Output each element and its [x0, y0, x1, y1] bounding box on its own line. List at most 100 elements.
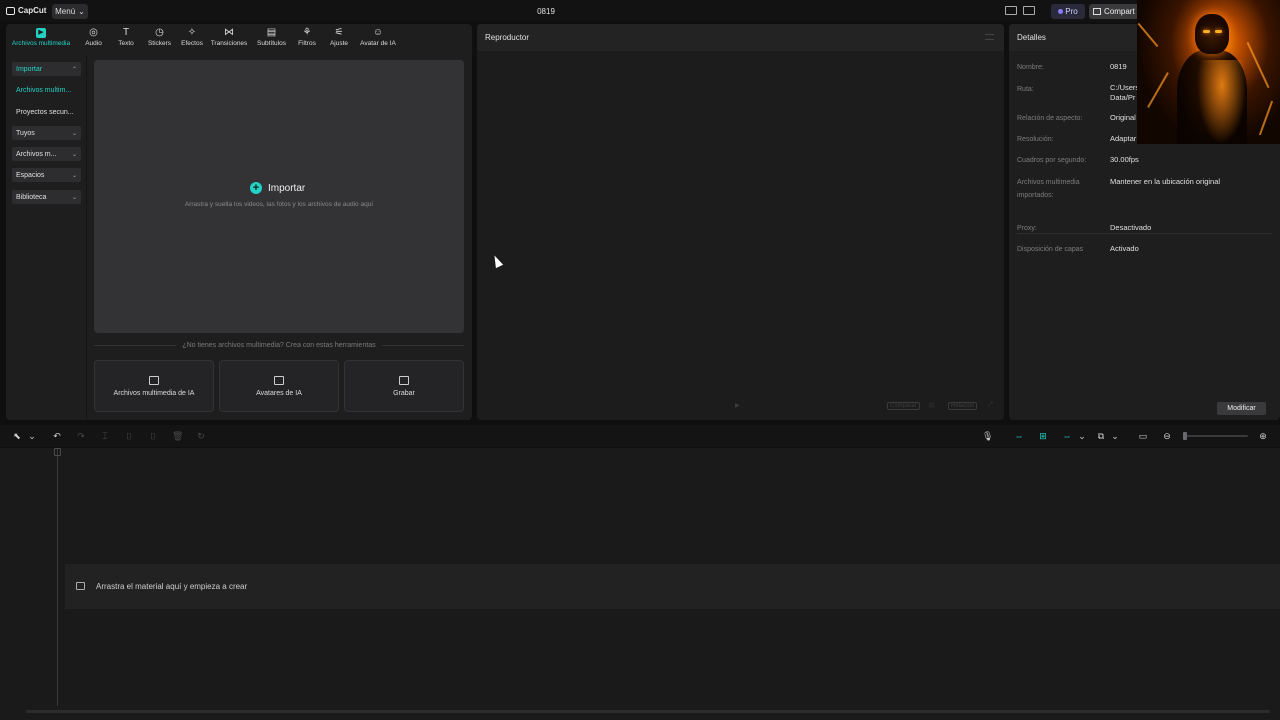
magnet-icon[interactable]: ⊞ [1038, 431, 1048, 441]
tab-stickers[interactable]: ◷ Stickers [141, 24, 178, 52]
link-clips-icon[interactable]: ⇔ [1014, 431, 1024, 441]
details-divider [1017, 233, 1272, 234]
keyboard-icon[interactable] [1023, 6, 1035, 15]
timeline-scrollbar[interactable] [26, 710, 1270, 713]
tab-label: Stickers [147, 40, 172, 47]
avatar-icon: ☺ [372, 27, 384, 38]
sidebar-item-label: Espacios [16, 171, 45, 179]
freeze-icon[interactable]: ↻ [196, 431, 206, 441]
pro-button[interactable]: Pro [1051, 4, 1085, 19]
layout-icon[interactable] [1005, 6, 1017, 15]
menu-button[interactable]: Menú ⌄ [52, 4, 88, 19]
record-card[interactable]: Grabar [344, 360, 464, 412]
modify-button[interactable]: Modificar [1217, 402, 1266, 415]
import-dropzone[interactable]: + Importar Arrastra y suelta los videos,… [94, 60, 464, 333]
sidebar-item-archivos-m[interactable]: Archivos m... ⌄ [12, 147, 81, 161]
redo-icon[interactable]: ↷ [76, 431, 86, 441]
timeline-toolbar [0, 425, 1280, 447]
tab-efectos[interactable]: ✧ Efectos [178, 24, 206, 52]
sidebar-item-label: Tuyos [16, 129, 35, 137]
delete-icon[interactable]: 🗑 [172, 431, 183, 441]
sidebar-item-tuyos[interactable]: Tuyos ⌄ [12, 126, 81, 140]
tab-subtitulos[interactable]: ▤ Subtítulos [252, 24, 291, 52]
crop-icon[interactable]: ⊡ [929, 402, 934, 409]
share-label: Compart [1104, 7, 1135, 16]
media-toolbar: ▶ Archivos multimedia ◎ Audio T Texto ◷ … [6, 24, 472, 52]
split-icon[interactable]: ⌶ [100, 431, 110, 441]
timeline-drop-hint: Arrastra el material aquí y empieza a cr… [96, 582, 248, 591]
chevron-down-icon[interactable]: ⌄ [1077, 431, 1087, 441]
webcam-overlay [1137, 0, 1280, 144]
details-title: Detalles [1017, 33, 1046, 42]
sidebar-item-biblioteca[interactable]: Biblioteca ⌄ [12, 190, 81, 204]
tab-texto[interactable]: T Texto [111, 24, 141, 52]
sticker-icon: ◷ [155, 27, 164, 38]
share-icon [1093, 8, 1101, 15]
tab-label: Subtítulos [257, 40, 286, 47]
detail-value-proxy[interactable]: Desactivado [1110, 223, 1151, 233]
tab-filtros[interactable]: ⚘ Filtros [291, 24, 323, 52]
plus-icon: + [250, 182, 262, 194]
ratio-button[interactable]: Relación [948, 402, 978, 410]
detail-label-aspect: Relación de aspecto: [1017, 115, 1083, 122]
playhead-handle[interactable] [54, 448, 61, 456]
auto-snap-icon[interactable]: ⇔ [1062, 431, 1072, 441]
detail-value-fps: 30.00fps [1110, 155, 1139, 164]
select-cursor-icon[interactable]: ⬉ [12, 431, 22, 441]
filters-icon: ⚘ [302, 27, 312, 38]
detail-value-imported: Mantener en la ubicación original [1110, 177, 1221, 186]
compare-button[interactable]: Comparar [887, 402, 920, 410]
card-label: Avatares de IA [256, 389, 302, 397]
playhead[interactable] [57, 448, 58, 706]
tab-audio[interactable]: ◎ Audio [76, 24, 111, 52]
dropzone-hint: Arrastra y suelta los videos, las fotos … [184, 201, 374, 208]
title-bar: CapCut Menú ⌄ 0819 Pro Compart [0, 0, 1280, 22]
preview-axis-icon[interactable]: ⧉ [1096, 431, 1106, 441]
detail-value-ruta: C:/Users/ Data/Pr [1110, 83, 1142, 102]
ai-avatar-card[interactable]: Avatares de IA [219, 360, 339, 412]
sidebar-item-espacios[interactable]: Espacios ⌄ [12, 168, 81, 182]
ai-media-card[interactable]: Archivos multimedia de IA [94, 360, 214, 412]
sidebar-item-archivos-multimedia[interactable]: Archivos multim... [12, 83, 81, 97]
detail-value-layers[interactable]: Activado [1110, 244, 1139, 254]
zoom-slider[interactable] [1186, 435, 1248, 437]
tab-label: Texto [118, 40, 134, 47]
captions-icon[interactable]: ▭ [1138, 431, 1148, 441]
detail-label-proxy: Proxy: [1017, 225, 1037, 232]
zoom-out-icon[interactable]: ⊖ [1162, 431, 1172, 441]
zoom-in-icon[interactable]: ⊕ [1258, 431, 1268, 441]
chevron-down-icon[interactable]: ⌄ [27, 431, 37, 441]
fullscreen-icon[interactable]: ⤢ [988, 402, 993, 409]
split-right-icon[interactable]: ⌷ [148, 431, 158, 441]
sidebar-item-label: Proyectos secun... [16, 108, 74, 116]
chevron-down-icon: ⌄ [71, 151, 77, 158]
player-header: Reproductor [477, 24, 1004, 51]
undo-icon[interactable]: ↶ [52, 431, 62, 441]
tab-ajuste[interactable]: ⚟ Ajuste [323, 24, 355, 52]
app-name: CapCut [18, 6, 47, 15]
microphone-icon[interactable]: 🎙 [982, 431, 993, 441]
record-icon [399, 375, 409, 385]
play-icon[interactable]: ▶ [735, 402, 740, 409]
main-track-dropzone[interactable] [65, 564, 1280, 609]
sidebar-item-importar[interactable]: Importar ⌃ [12, 62, 81, 76]
chevron-down-icon[interactable]: ⌄ [1110, 431, 1120, 441]
sidebar-item-label: Archivos multim... [16, 86, 72, 94]
sidebar-item-proyectos-secundarios[interactable]: Proyectos secun... [12, 105, 81, 119]
tab-transiciones[interactable]: ⋈ Transiciones [206, 24, 252, 52]
detail-label-resolution: Resolución: [1017, 136, 1054, 143]
menu-icon[interactable] [985, 34, 994, 40]
split-left-icon[interactable]: ⌷ [124, 431, 134, 441]
tab-archivos-multimedia[interactable]: ▶ Archivos multimedia [6, 24, 76, 52]
import-button[interactable]: + Importar [250, 182, 305, 194]
titlebar-icons [1005, 6, 1035, 15]
media-icon: ▶ [36, 28, 46, 38]
project-title: 0819 [537, 7, 555, 16]
tab-avatar-de-ia[interactable]: ☺ Avatar de IA [355, 24, 401, 52]
glow [1197, 60, 1247, 144]
chevron-up-icon: ⌃ [71, 66, 77, 73]
pro-icon [1058, 9, 1064, 14]
detail-label-imported: Archivos multimedia importados: [1017, 179, 1080, 199]
media-sidebar: Importar ⌃ Archivos multim... Proyectos … [6, 56, 86, 420]
zoom-slider-handle[interactable] [1183, 432, 1187, 440]
